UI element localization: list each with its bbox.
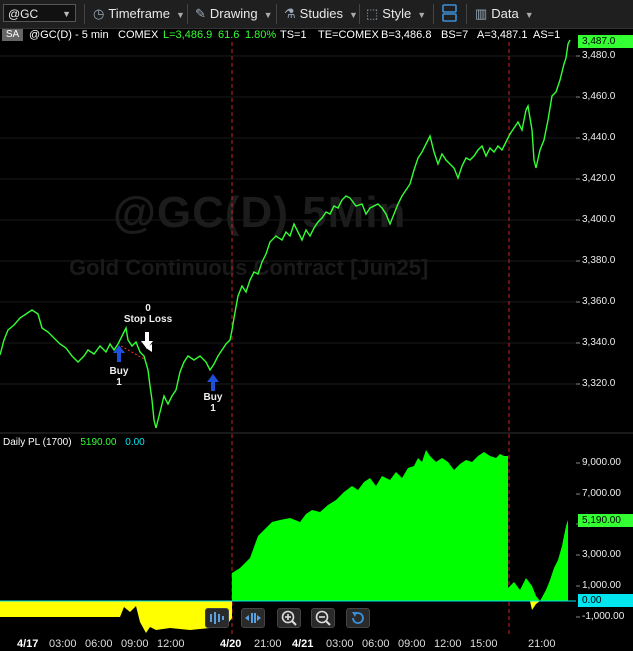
time-label: 4/20: [220, 638, 242, 650]
buy-label-2-qty: 1: [210, 403, 216, 414]
daily-pl-title: Daily PL (1700): [3, 437, 72, 448]
compress-bars-icon: [245, 613, 261, 623]
time-label: 03:00: [49, 638, 77, 650]
price-axis-label: 3,440.0: [582, 132, 616, 143]
time-label: 06:00: [362, 638, 390, 650]
time-label: 21:00: [528, 638, 556, 650]
buy-label-2-text: Buy: [203, 392, 223, 403]
pl-axis-label: -1,000.00: [582, 611, 625, 622]
daily-pl-value-2: 0.00: [125, 437, 145, 448]
zoom-out-icon: [315, 610, 331, 626]
pl-late-negative: [530, 601, 540, 610]
buy-label-1-qty: 1: [116, 377, 122, 388]
price-series-line: [0, 39, 571, 429]
zoom-in-button[interactable]: [277, 608, 301, 628]
current-price-tag: 3,487.0: [578, 35, 633, 48]
price-axis-label: 3,340.0: [582, 337, 616, 348]
chart-canvas[interactable]: [0, 0, 633, 651]
zoom-out-button[interactable]: [311, 608, 335, 628]
price-axis-label: 3,380.0: [582, 255, 616, 266]
price-axis-label: 3,360.0: [582, 296, 616, 307]
pl-axis-label: 1,000.00: [582, 580, 621, 591]
buy-label-1-text: Buy: [109, 366, 129, 377]
fit-bars-button[interactable]: [241, 608, 265, 628]
daily-pl-header: Daily PL (1700) 5190.00 0.00: [3, 437, 145, 448]
reset-button[interactable]: [346, 608, 370, 628]
pl-zero-tag: 0.00: [578, 594, 633, 607]
buy-label-1: Buy 1: [106, 366, 132, 388]
time-label: 4/21: [292, 638, 314, 650]
pl-late-rise: [540, 520, 568, 601]
time-label: 15:00: [470, 638, 498, 650]
price-axis-label: 3,420.0: [582, 173, 616, 184]
stop-loss-qty: 0: [145, 303, 151, 314]
time-label: 4/17: [17, 638, 39, 650]
buy-label-2: Buy 1: [200, 392, 226, 414]
time-label: 21:00: [254, 638, 282, 650]
pl-positive-area: [232, 450, 508, 601]
pl-positive-area-late: [508, 578, 540, 601]
stop-loss-label: 0 Stop Loss: [120, 303, 176, 325]
time-label: 09:00: [121, 638, 149, 650]
time-label: 06:00: [85, 638, 113, 650]
buy-marker-2[interactable]: [207, 374, 219, 391]
price-axis-label: 3,480.0: [582, 50, 616, 61]
time-label: 12:00: [434, 638, 462, 650]
pl-axis-label: 3,000.00: [582, 549, 621, 560]
price-axis-label: 3,460.0: [582, 91, 616, 102]
time-label: 03:00: [326, 638, 354, 650]
pl-current-tag: 5,190.00: [578, 514, 633, 527]
refresh-icon: [352, 612, 364, 624]
pl-axis-label: 7,000.00: [582, 488, 621, 499]
time-label: 09:00: [398, 638, 426, 650]
stop-loss-text: Stop Loss: [123, 314, 173, 325]
pl-negative-area: [0, 601, 232, 633]
time-label: 12:00: [157, 638, 185, 650]
zoom-in-icon: [281, 610, 297, 626]
pl-axis-label: 9,000.00: [582, 457, 621, 468]
price-axis-label: 3,320.0: [582, 378, 616, 389]
time-axis[interactable]: 4/17 03:00 06:00 09:00 12:00 4/20 21:00 …: [0, 636, 633, 651]
daily-pl-value: 5190.00: [80, 437, 117, 448]
bars-icon: [210, 612, 224, 624]
price-axis-label: 3,400.0: [582, 214, 616, 225]
scroll-left-button[interactable]: [205, 608, 229, 628]
